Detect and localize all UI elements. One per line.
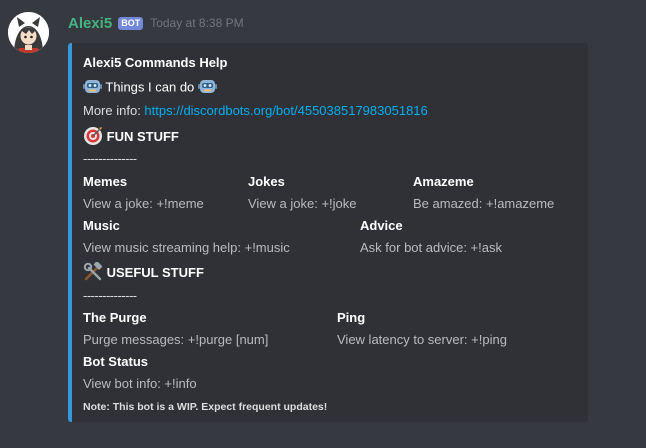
field-name-ping: Ping: [337, 310, 366, 325]
useful-heading-text: USEFUL STUFF: [106, 264, 204, 280]
fun-divider: --------------: [83, 151, 137, 166]
avatar-image: [8, 12, 49, 53]
field-value-ping: View latency to server: +!ping: [337, 332, 507, 347]
field-name-music: Music: [83, 218, 120, 233]
embed-title: Alexi5 Commands Help: [83, 55, 228, 70]
robot-face-icon: [83, 78, 102, 98]
field-value-bot-status: View bot info: +!info: [83, 376, 197, 391]
hammer-wrench-icon: [83, 261, 103, 285]
field-value-memes: View a joke: +!meme: [83, 196, 204, 211]
field-name-bot-status: Bot Status: [83, 354, 148, 369]
field-value-the-purge: Purge messages: +!purge [num]: [83, 332, 269, 347]
bot-tag: BOT: [118, 16, 144, 30]
field-value-advice: Ask for bot advice: +!ask: [360, 240, 502, 255]
field-name-memes: Memes: [83, 174, 128, 189]
timestamp: Today at 8:38 PM: [150, 16, 244, 30]
embed-footer: Note: This bot is a WIP. Expect frequent…: [83, 401, 328, 413]
field-value-music: View music streaming help: +!music: [83, 240, 290, 255]
embed: Alexi5 Commands Help Things I can do Mor…: [68, 43, 588, 422]
field-name-the-purge: The Purge: [83, 310, 147, 325]
embed-subtitle-line: Things I can do: [83, 78, 217, 98]
avatar[interactable]: [8, 12, 49, 53]
field-value-jokes: View a joke: +!joke: [248, 196, 357, 211]
more-info-line: More info: https://discordbots.org/bot/4…: [83, 103, 428, 118]
target-dart-icon: [83, 126, 103, 149]
field-name-advice: Advice: [360, 218, 403, 233]
field-name-jokes: Jokes: [248, 174, 285, 189]
fun-section-heading: FUN STUFF: [83, 126, 179, 149]
field-value-amazeme: Be amazed: +!amazeme: [413, 196, 555, 211]
fun-heading-text: FUN STUFF: [106, 128, 179, 144]
robot-face-icon: [197, 78, 217, 98]
field-name-amazeme: Amazeme: [413, 174, 474, 189]
useful-divider: --------------: [83, 288, 137, 303]
useful-section-heading: USEFUL STUFF: [83, 261, 204, 285]
more-info-label: More info:: [83, 103, 145, 118]
message-header: Alexi5 BOT Today at 8:38 PM: [68, 13, 244, 33]
embed-subtitle: Things I can do: [105, 79, 195, 95]
more-info-link[interactable]: https://discordbots.org/bot/455038517983…: [144, 103, 427, 118]
username[interactable]: Alexi5: [68, 15, 112, 32]
